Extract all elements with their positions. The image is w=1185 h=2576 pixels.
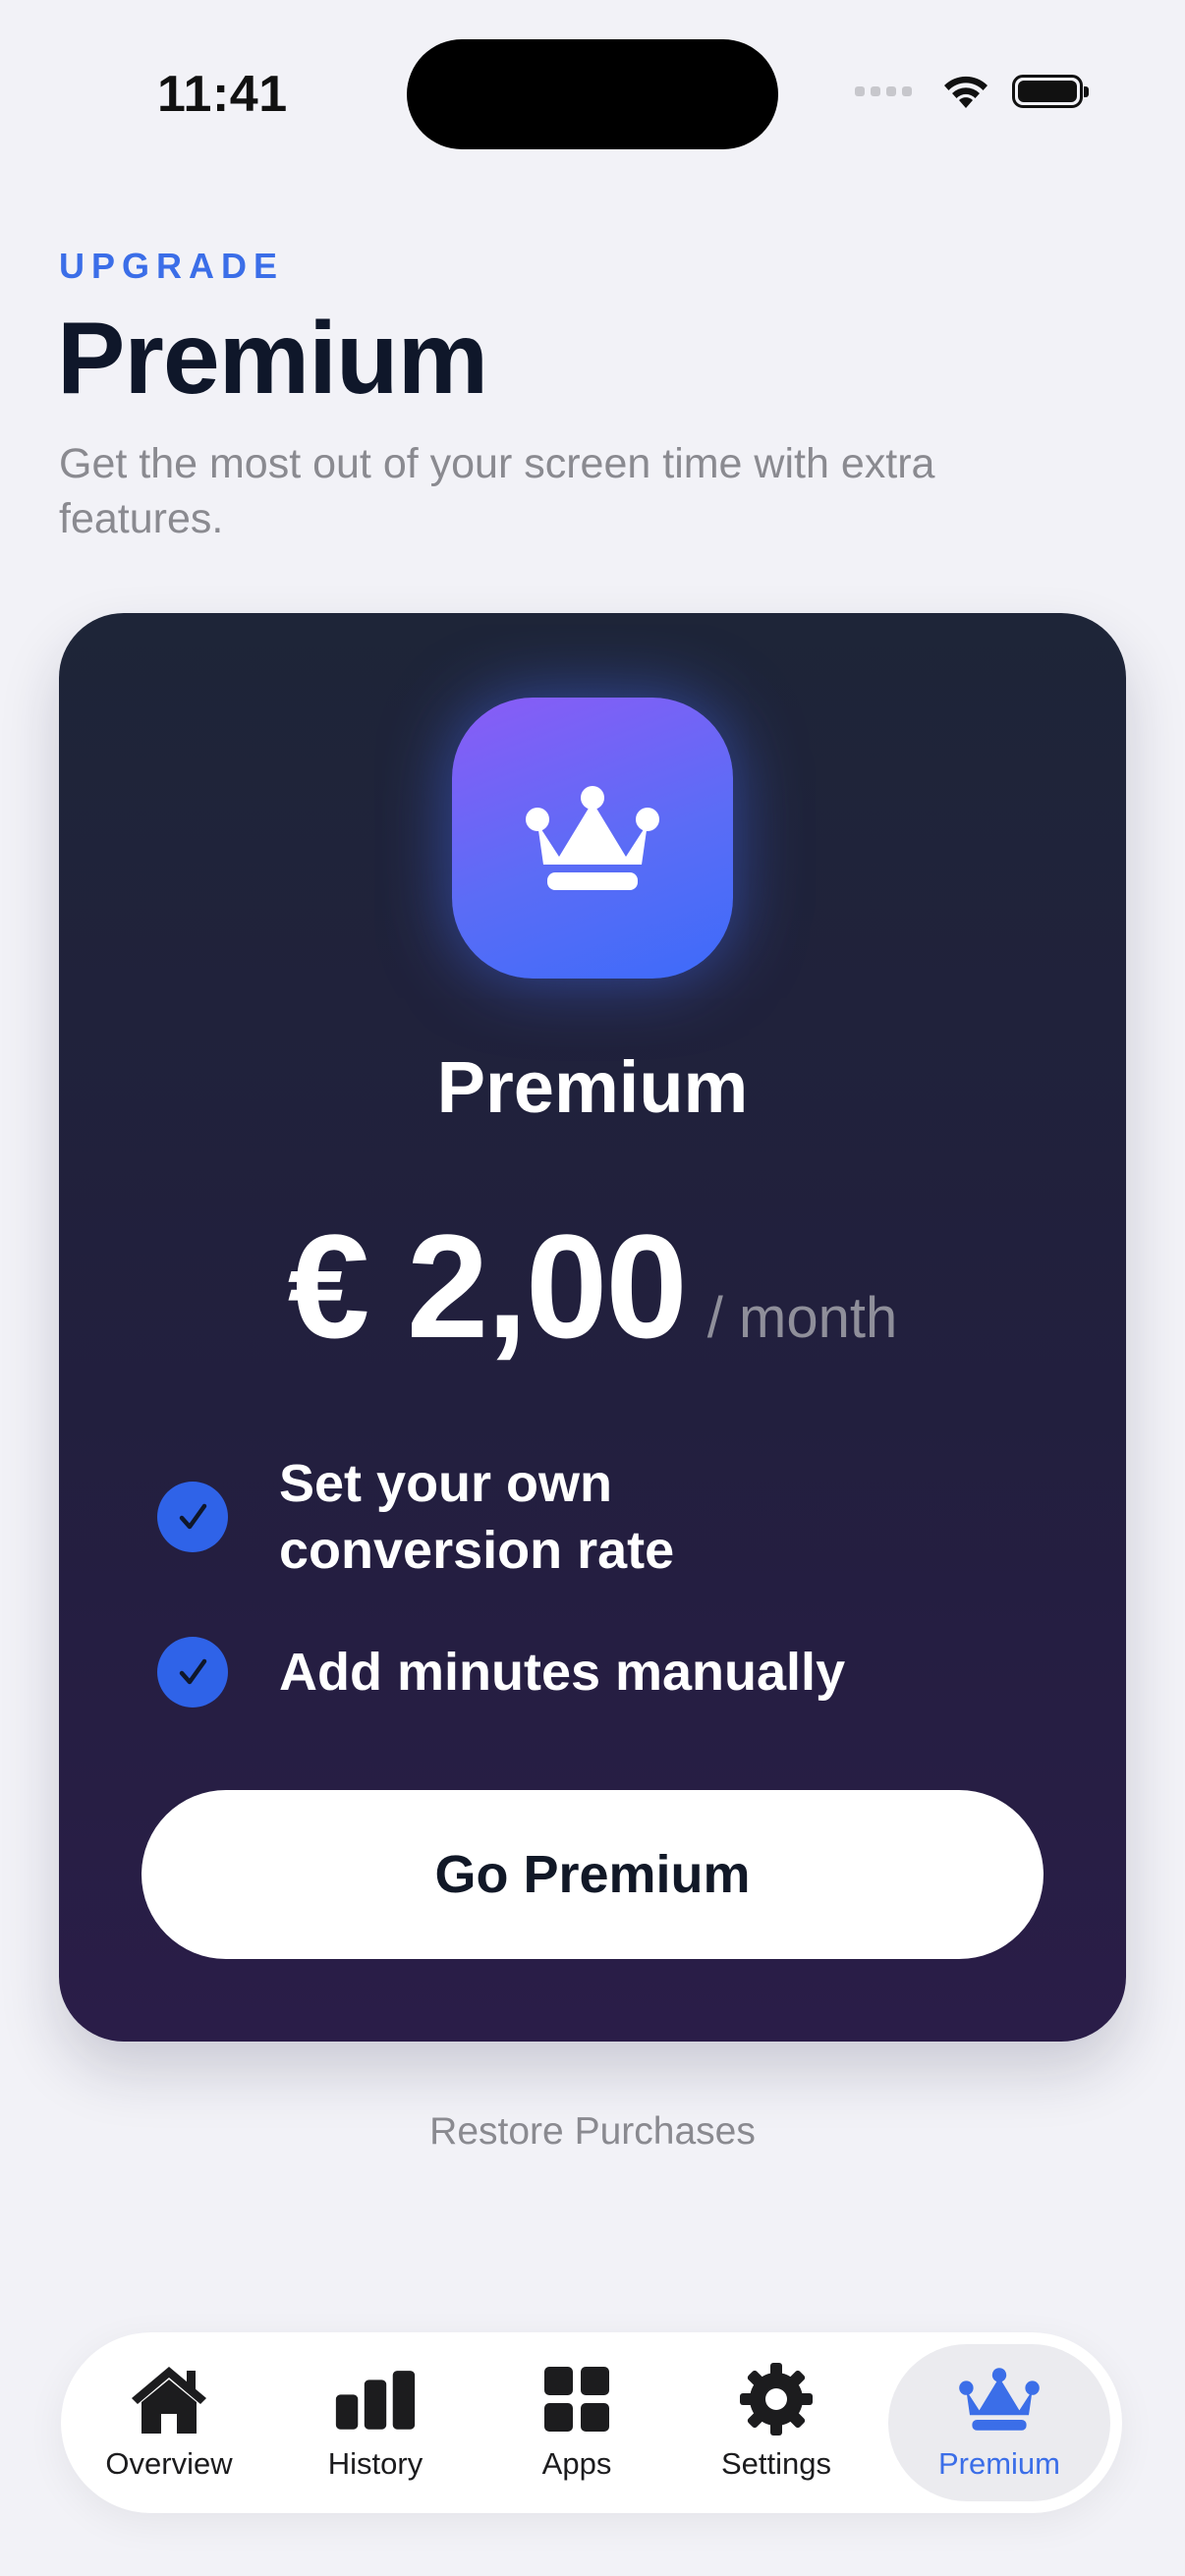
checkmark-circle-icon	[157, 1482, 228, 1552]
tab-overview[interactable]: Overview	[90, 2344, 248, 2501]
plan-title: Premium	[436, 1046, 749, 1128]
tab-settings[interactable]: Settings	[698, 2344, 855, 2501]
price-row: € 2,00 / month	[59, 1212, 1126, 1360]
cellular-signal-icon	[855, 86, 912, 96]
grid-icon	[544, 2367, 609, 2432]
bar-chart-icon	[335, 2371, 416, 2430]
premium-app-icon	[452, 698, 733, 979]
tab-label: Settings	[720, 2446, 831, 2481]
crown-icon	[526, 786, 659, 890]
tab-history[interactable]: History	[297, 2344, 454, 2501]
status-icons	[855, 73, 1089, 110]
restore-purchases-link[interactable]: Restore Purchases	[0, 2110, 1185, 2154]
tab-apps[interactable]: Apps	[498, 2344, 655, 2501]
tab-label: History	[327, 2446, 423, 2481]
tab-premium[interactable]: Premium	[888, 2344, 1110, 2501]
go-premium-button[interactable]: Go Premium	[141, 1790, 1044, 1959]
tab-label: Overview	[105, 2446, 233, 2481]
price-period: / month	[706, 1286, 898, 1350]
feature-item: Set your own conversion rate	[157, 1450, 829, 1584]
eyebrow-label: UPGRADE	[59, 246, 285, 286]
checkmark-circle-icon	[157, 1637, 228, 1708]
wifi-icon	[944, 76, 988, 108]
premium-card: Premium € 2,00 / month Set your own conv…	[59, 613, 1126, 2042]
status-time: 11:41	[157, 66, 288, 123]
tab-bar: Overview History Apps Settings Premium	[61, 2332, 1122, 2513]
price-amount: € 2,00	[287, 1204, 688, 1369]
tab-label: Premium	[937, 2446, 1060, 2481]
feature-text: Add minutes manually	[279, 1643, 846, 1702]
feature-item: Add minutes manually	[157, 1637, 845, 1708]
page-subtitle: Get the most out of your screen time wit…	[59, 440, 935, 542]
dynamic-island	[407, 39, 778, 149]
feature-text: Set your own conversion rate	[279, 1454, 675, 1580]
crown-icon	[959, 2368, 1040, 2431]
tab-label: Apps	[541, 2446, 612, 2481]
battery-icon	[1012, 75, 1089, 108]
gear-icon	[740, 2363, 813, 2436]
house-icon	[132, 2367, 206, 2434]
page-title: Premium	[57, 302, 488, 416]
